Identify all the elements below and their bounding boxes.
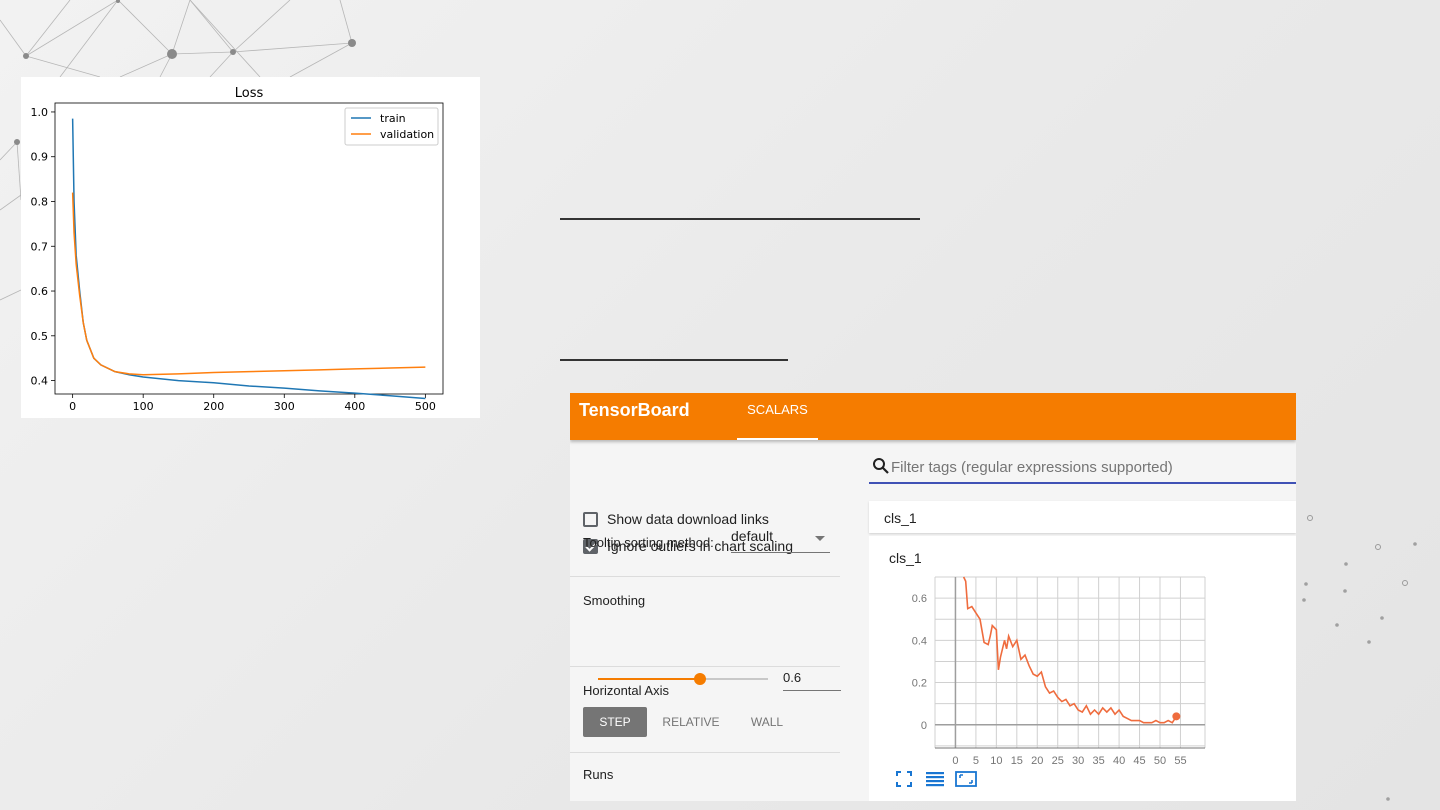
axis-wall-button[interactable]: WALL bbox=[736, 707, 798, 737]
x-tick-label: 45 bbox=[1133, 755, 1145, 767]
tag-filter-input[interactable] bbox=[891, 456, 1291, 478]
y-tick-label: 0.9 bbox=[31, 151, 49, 164]
fullscreen-icon[interactable] bbox=[896, 771, 912, 787]
tensorboard-logo-title: TensorBoard bbox=[579, 400, 690, 420]
x-tick-label: 15 bbox=[1011, 755, 1023, 767]
tooltip-sorting-dropdown[interactable]: default bbox=[731, 528, 830, 553]
y-tick-label: 1.0 bbox=[31, 106, 49, 119]
sidebar-divider bbox=[570, 752, 840, 753]
data-table-icon[interactable] bbox=[926, 771, 944, 787]
x-tick-label: 20 bbox=[1031, 755, 1043, 767]
slide-subtitle-underline bbox=[560, 359, 788, 361]
y-tick-label: 0.4 bbox=[912, 635, 927, 647]
tooltip-sorting-value: default bbox=[731, 528, 774, 544]
runs-label: Runs bbox=[583, 767, 614, 782]
tensorboard-sidebar: Show data download links Ignore outliers… bbox=[570, 440, 841, 801]
legend-label-train: train bbox=[380, 112, 406, 125]
show-download-links-option[interactable]: Show data download links bbox=[583, 509, 769, 529]
axis-step-button[interactable]: STEP bbox=[583, 707, 647, 737]
x-tick-label: 35 bbox=[1093, 755, 1105, 767]
x-tick-label: 0 bbox=[952, 755, 958, 767]
x-tick-label: 200 bbox=[203, 400, 224, 413]
tooltip-sorting-label: Tooltip sorting method: bbox=[583, 535, 714, 550]
axis-relative-button[interactable]: RELATIVE bbox=[653, 707, 729, 737]
x-tick-label: 5 bbox=[973, 755, 979, 767]
loss-plot-frame bbox=[54, 102, 444, 395]
slide-title-underline bbox=[560, 218, 920, 220]
tensorboard-main: cls_1 cls_1 051015202530354045505500.20.… bbox=[869, 440, 1296, 801]
sidebar-divider bbox=[570, 576, 840, 577]
scalar-last-point bbox=[1172, 712, 1181, 721]
show-download-links-label: Show data download links bbox=[607, 511, 769, 527]
x-tick-label: 30 bbox=[1072, 755, 1084, 767]
search-icon bbox=[873, 458, 889, 474]
tensorboard-header: TensorBoard SCALARS bbox=[570, 393, 1296, 440]
y-tick-label: 0.6 bbox=[31, 285, 49, 298]
show-download-links-checkbox[interactable] bbox=[583, 511, 598, 527]
y-tick-label: 0.4 bbox=[31, 375, 49, 388]
tag-group-label: cls_1 bbox=[884, 510, 917, 526]
loss-chart-card: Loss 0 100 200 300 400 500 0.4 0.5 0.6 0.7 0.8 0.9 1… bbox=[21, 77, 480, 418]
x-tick-label: 40 bbox=[1113, 755, 1125, 767]
loss-legend: train validation bbox=[344, 107, 439, 146]
smoothing-label: Smoothing bbox=[583, 593, 646, 608]
fit-domain-icon[interactable] bbox=[955, 771, 977, 787]
tab-scalars[interactable]: SCALARS bbox=[737, 393, 818, 440]
x-tick-label: 500 bbox=[415, 400, 436, 413]
scalar-series-line bbox=[962, 576, 1178, 724]
x-tick-label: 50 bbox=[1154, 755, 1166, 767]
y-tick-label: 0.2 bbox=[912, 678, 927, 690]
tag-filter-bar bbox=[869, 452, 1296, 484]
x-tick-label: 0 bbox=[69, 400, 76, 413]
x-tick-label: 10 bbox=[990, 755, 1002, 767]
series-line-train bbox=[71, 118, 426, 400]
x-tick-label: 25 bbox=[1052, 755, 1064, 767]
y-tick-label: 0.7 bbox=[31, 240, 49, 253]
smoothing-slider[interactable] bbox=[598, 673, 768, 685]
x-tick-label: 100 bbox=[133, 400, 154, 413]
x-tick-label: 400 bbox=[344, 400, 365, 413]
legend-label-validation: validation bbox=[380, 128, 434, 141]
scalar-chart: 0 5 10 15 20 25 30 35 40 45 50 55 0 0.2 0.4 0.6 bbox=[912, 576, 1206, 767]
sidebar-divider bbox=[570, 666, 840, 667]
tag-group-header[interactable]: cls_1 bbox=[869, 501, 1296, 533]
smoothing-slider-thumb[interactable] bbox=[694, 673, 706, 685]
y-tick-label: 0 bbox=[921, 720, 927, 732]
series-line-validation bbox=[71, 192, 426, 376]
y-tick-label: 0.8 bbox=[31, 195, 49, 208]
tensorboard-window: TensorBoard SCALARS Show data download l… bbox=[570, 393, 1296, 801]
dropdown-arrow-icon bbox=[815, 536, 825, 541]
tooltip-sorting-row: Tooltip sorting method: default bbox=[583, 528, 831, 558]
horizontal-axis-label: Horizontal Axis bbox=[583, 683, 669, 698]
smoothing-slider-fill bbox=[598, 678, 700, 680]
x-tick-label: 300 bbox=[274, 400, 295, 413]
loss-chart: Loss 0 100 200 300 400 500 0.4 0.5 0.6 0.7 0.8 0.9 1… bbox=[31, 86, 444, 413]
y-tick-label: 0.6 bbox=[912, 593, 927, 605]
y-tick-label: 0.5 bbox=[31, 330, 49, 343]
loss-chart-title: Loss bbox=[235, 86, 264, 101]
smoothing-value-input[interactable]: 0.6 bbox=[783, 670, 841, 691]
scalar-chart-card: cls_1 0 5 10 15 20 25 30 35 40 45 50 55 0 0.2 0.4 0.6 bbox=[869, 536, 1296, 801]
x-tick-label: 55 bbox=[1174, 755, 1186, 767]
